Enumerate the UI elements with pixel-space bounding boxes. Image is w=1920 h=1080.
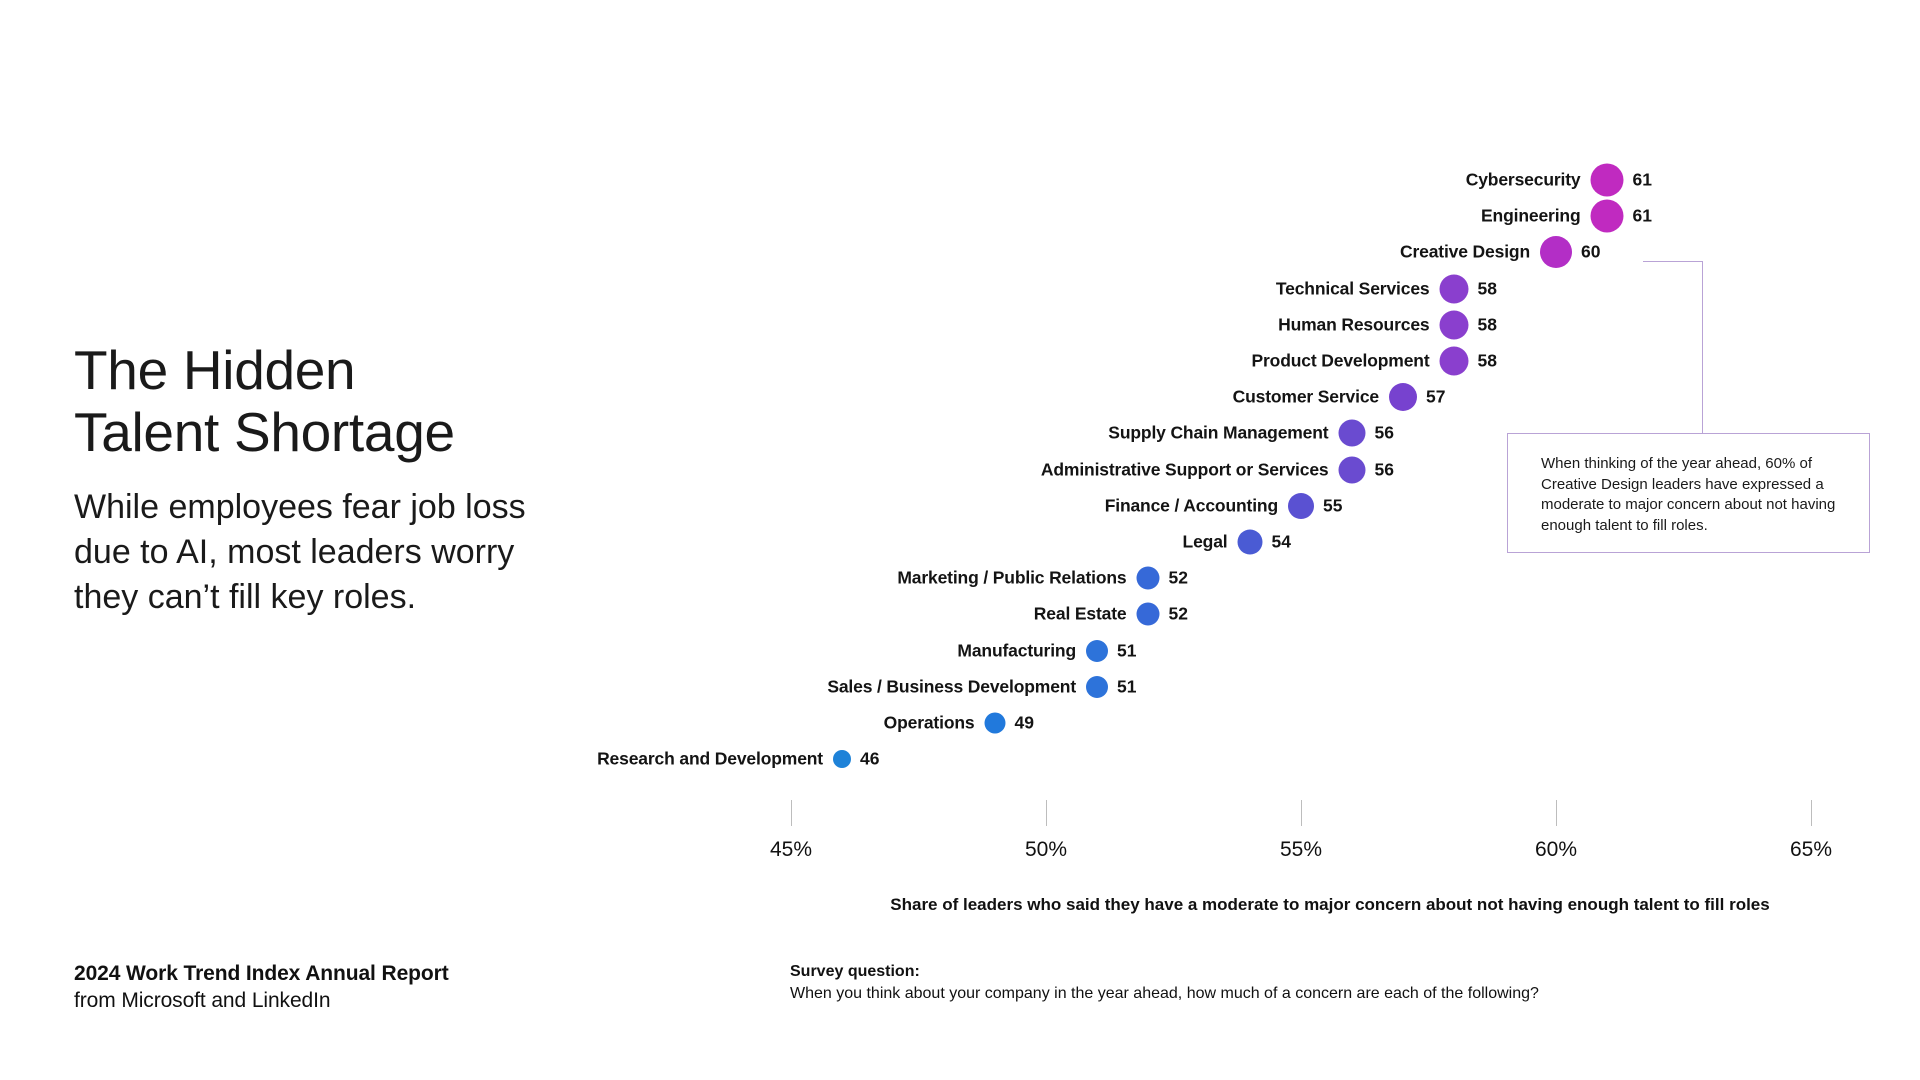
x-axis-title-text: Share of leaders who said they have a mo… [890,895,1770,914]
chart-value-label: 51 [1117,676,1137,697]
chart-row-label: Human Resources [1278,314,1430,335]
chart-data-point[interactable] [984,712,1006,734]
chart-row-label: Technical Services [1275,278,1430,299]
chart-row-label: Finance / Accounting [1104,495,1278,516]
chart-row-label: Customer Service [1232,386,1380,407]
chart-value-label: 61 [1632,169,1652,190]
axis-tick-mark [791,800,792,826]
chart-data-point[interactable] [1439,346,1469,376]
callout-box: When thinking of the year ahead, 60% of … [1507,433,1870,553]
chart-value-label: 56 [1374,422,1394,443]
chart-data-point[interactable] [1288,492,1314,519]
chart-data-point[interactable] [1338,419,1366,447]
chart-data-point[interactable] [1439,274,1469,304]
chart-data-point[interactable] [1540,236,1572,269]
chart-row-label: Legal [1182,531,1228,552]
chart-row-label: Research and Development [597,748,823,769]
chart-row-label: Sales / Business Development [827,676,1076,697]
report-title: 2024 Work Trend Index Annual Report [74,962,449,985]
chart-value-label: 58 [1477,314,1497,335]
chart-row-label: Manufacturing [957,640,1076,661]
chart-value-label: 60 [1581,241,1601,262]
chart-data-point[interactable] [1136,566,1160,590]
chart-data-point[interactable] [1590,163,1624,197]
chart-row-label: Operations [883,712,975,733]
axis-tick-label: 45% [769,838,813,861]
axis-tick-mark [1301,800,1302,826]
survey-question-label: Survey question: [790,963,920,980]
chart-row-label: Product Development [1251,350,1430,371]
callout-connector-horizontal [1643,261,1703,262]
chart-value-label: 49 [1014,712,1034,733]
chart-row-label: Real Estate [1033,603,1127,624]
chart-value-label: 55 [1323,495,1343,516]
chart-row-label: Marketing / Public Relations [897,567,1127,588]
axis-tick-label: 50% [1024,838,1068,861]
chart-data-point[interactable] [1439,310,1469,340]
axis-tick-mark [1811,800,1812,826]
chart-value-label: 51 [1117,640,1137,661]
survey-question-text: When you think about your company in the… [790,985,1539,1002]
chart-value-label: 61 [1632,205,1652,226]
x-axis-title: Share of leaders who said they have a mo… [0,895,1920,915]
chart-row-label: Engineering [1481,205,1581,226]
chart-value-label: 58 [1477,278,1497,299]
chart-value-label: 58 [1477,350,1497,371]
chart-data-point[interactable] [1590,199,1624,233]
footer-survey-block: Survey question: When you think about yo… [790,963,1690,1003]
chart-value-label: 57 [1426,386,1446,407]
report-source: from Microsoft and LinkedIn [74,989,331,1012]
axis-tick-label: 60% [1534,838,1578,861]
chart-data-point[interactable] [833,750,851,769]
chart-value-label: 54 [1271,531,1291,552]
chart-value-label: 46 [860,748,880,769]
chart-row-label: Supply Chain Management [1108,422,1329,443]
chart-value-label: 52 [1168,603,1188,624]
axis-tick-mark [1046,800,1047,826]
chart-data-point[interactable] [1086,675,1108,698]
chart-row-label: Cybersecurity [1465,169,1581,190]
callout-text: When thinking of the year ahead, 60% of … [1541,455,1836,535]
footer-report-credit: 2024 Work Trend Index Annual Report from… [74,962,714,1013]
chart-data-point[interactable] [1338,456,1366,484]
chart-value-label: 56 [1374,459,1394,480]
chart-row-label: Administrative Support or Services [1040,459,1329,480]
chart-data-point[interactable] [1237,529,1263,555]
axis-tick-mark [1556,800,1557,826]
chart-data-point[interactable] [1136,602,1160,626]
callout-connector-vertical [1702,261,1703,434]
axis-tick-label: 55% [1279,838,1323,861]
chart-data-point[interactable] [1086,639,1108,662]
chart-row-label: Creative Design [1399,241,1530,262]
chart-data-point[interactable] [1389,383,1417,412]
axis-tick-label: 65% [1789,838,1833,861]
chart-value-label: 52 [1168,567,1188,588]
